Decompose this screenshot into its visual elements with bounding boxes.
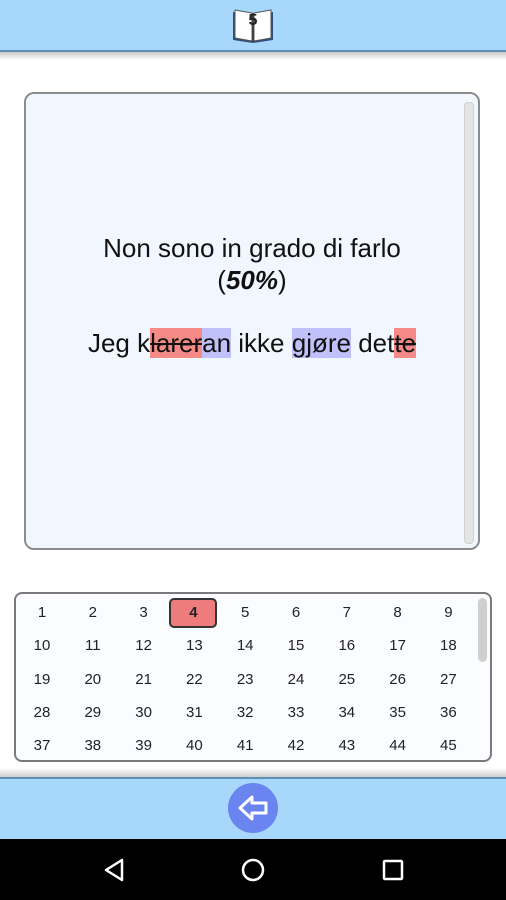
question-number-cell[interactable]: 33 — [271, 698, 321, 728]
system-navigation-bar — [0, 839, 506, 900]
lesson-number: 5 — [248, 12, 258, 29]
question-number-cell[interactable]: 40 — [169, 731, 219, 760]
question-number-cell[interactable]: 27 — [423, 665, 473, 695]
answer-segment: ikke — [231, 328, 292, 358]
back-arrow-icon — [238, 795, 268, 821]
question-grid: 1 2 3 4 5 6 7 8 9 10 11 12 13 14 15 16 17 18 19 20 21 22 23 24 2… — [14, 592, 492, 762]
answer-segment-missing: an — [202, 328, 232, 358]
question-score: (50%) — [26, 264, 478, 296]
question-number-cell[interactable]: 26 — [373, 665, 423, 695]
question-number-cell[interactable]: 10 — [17, 631, 67, 661]
question-number-cell[interactable]: 14 — [220, 631, 270, 661]
back-triangle-icon[interactable] — [102, 857, 128, 883]
question-number-cell[interactable]: 18 — [423, 631, 473, 661]
question-number-cell[interactable]: 17 — [373, 631, 423, 661]
question-number-cell[interactable]: 36 — [423, 698, 473, 728]
question-number-cell[interactable]: 7 — [322, 598, 372, 628]
answer-segment-wrong: te — [394, 328, 417, 358]
question-number-cell[interactable]: 12 — [119, 631, 169, 661]
answer-text: Jeg klareran ikke gjøre dette — [26, 328, 478, 359]
question-number-cell[interactable]: 29 — [68, 698, 118, 728]
question-number-cell[interactable]: 45 — [423, 731, 473, 760]
question-number-cell[interactable]: 24 — [271, 665, 321, 695]
question-number-cell[interactable]: 15 — [271, 631, 321, 661]
question-number-cell[interactable]: 20 — [68, 665, 118, 695]
question-number-cell[interactable]: 9 — [423, 598, 473, 628]
question-number-cell[interactable]: 23 — [220, 665, 270, 695]
question-number-cell[interactable]: 21 — [119, 665, 169, 695]
question-prompt-block: Non sono in grado di farlo (50%) — [26, 232, 478, 296]
question-number-cell[interactable]: 38 — [68, 731, 118, 760]
question-number-cell[interactable]: 5 — [220, 598, 270, 628]
question-number-cell[interactable]: 28 — [17, 698, 67, 728]
question-number-cell[interactable]: 3 — [119, 598, 169, 628]
question-number-cell[interactable]: 22 — [169, 665, 219, 695]
answer-segment-wrong: larer — [150, 328, 203, 358]
answer-segment: Jeg k — [87, 328, 151, 358]
question-prompt: Non sono in grado di farlo — [103, 233, 401, 263]
question-number-cell[interactable]: 2 — [68, 598, 118, 628]
top-bar-shadow — [0, 52, 506, 60]
question-number-cell[interactable]: 34 — [322, 698, 372, 728]
question-number-cell[interactable]: 31 — [169, 698, 219, 728]
question-number-cell[interactable]: 6 — [271, 598, 321, 628]
question-number-cell[interactable]: 25 — [322, 665, 372, 695]
top-bar: 5 — [0, 0, 506, 52]
question-number-cell[interactable]: 8 — [373, 598, 423, 628]
answer-segment: det — [350, 328, 395, 358]
question-number-cell[interactable]: 30 — [119, 698, 169, 728]
score-open: ( — [217, 265, 226, 295]
question-number-cell[interactable]: 19 — [17, 665, 67, 695]
question-number-cell[interactable]: 44 — [373, 731, 423, 760]
question-number-cell[interactable]: 32 — [220, 698, 270, 728]
card-scrollbar[interactable] — [464, 102, 474, 544]
score-close: ) — [278, 265, 287, 295]
question-number-cell[interactable]: 43 — [322, 731, 372, 760]
home-circle-icon[interactable] — [240, 857, 266, 883]
question-number-cell[interactable]: 42 — [271, 731, 321, 760]
question-number-cell[interactable]: 41 — [220, 731, 270, 760]
question-number-cell[interactable]: 1 — [17, 598, 67, 628]
book-icon[interactable]: 5 — [231, 6, 275, 44]
recents-square-icon[interactable] — [380, 857, 406, 883]
answer-segment-missing: gjøre — [291, 328, 351, 358]
question-number-cell[interactable]: 16 — [322, 631, 372, 661]
grid-scrollbar[interactable] — [478, 598, 487, 662]
question-number-cell[interactable]: 39 — [119, 731, 169, 760]
question-number-cell[interactable]: 13 — [169, 631, 219, 661]
question-number-cell[interactable]: 4 — [169, 598, 218, 628]
question-card: Non sono in grado di farlo (50%) Jeg kla… — [24, 92, 480, 550]
back-button[interactable] — [228, 783, 278, 833]
question-number-cell[interactable]: 35 — [373, 698, 423, 728]
score-percent: 50% — [225, 265, 279, 295]
question-number-cell[interactable]: 11 — [68, 631, 118, 661]
bottom-bar — [0, 777, 506, 839]
question-number-cell[interactable]: 37 — [17, 731, 67, 760]
